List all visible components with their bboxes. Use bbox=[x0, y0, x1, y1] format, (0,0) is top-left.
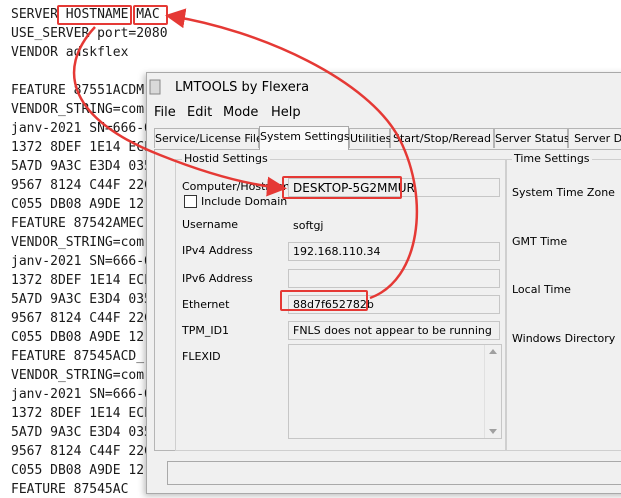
app-icon bbox=[149, 79, 161, 95]
tab-server-status[interactable]: Server Status bbox=[494, 128, 570, 148]
license-line: 9567 8124 C44F 22C bbox=[11, 444, 152, 459]
username-field[interactable]: softgj bbox=[288, 216, 500, 235]
ipv4-address-label: IPv4 Address bbox=[182, 244, 253, 257]
license-line: 1372 8DEF 1E14 ECF bbox=[11, 406, 152, 421]
tab-start-stop-reread[interactable]: Start/Stop/Reread bbox=[390, 128, 494, 148]
license-line: 5A7D 9A3C E3D4 035 bbox=[11, 159, 152, 174]
license-line: USE_SERVER port=2080 bbox=[11, 26, 168, 41]
lmtools-window: LMTOOLS by Flexera File Edit Mode Help S… bbox=[146, 72, 621, 494]
menu-bar: File Edit Mode Help bbox=[147, 103, 621, 125]
title-bar: LMTOOLS by Flexera bbox=[147, 73, 621, 103]
window-title: LMTOOLS by Flexera bbox=[175, 80, 310, 95]
license-line: 9567 8124 C44F 22C bbox=[11, 178, 152, 193]
tab-utilities[interactable]: Utilities bbox=[349, 128, 391, 148]
tab-server-diagnostics[interactable]: Server Dia bbox=[568, 128, 621, 148]
time-settings-title: Time Settings bbox=[512, 152, 592, 165]
flexid-list[interactable] bbox=[288, 344, 502, 439]
tab-strip: Service/License File System Settings Uti… bbox=[154, 126, 621, 150]
hostname-highlight bbox=[57, 5, 132, 25]
license-line: FEATURE 87545AC bbox=[11, 482, 129, 497]
mac-highlight bbox=[133, 5, 168, 25]
ipv6-address-field[interactable] bbox=[288, 269, 500, 288]
username-label: Username bbox=[182, 218, 239, 231]
flexid-label: FLEXID bbox=[182, 350, 221, 363]
ethernet-highlight bbox=[280, 290, 368, 311]
license-line: C055 DB08 A9DE 12 bbox=[11, 463, 145, 478]
license-line: VENDOR_STRING=com bbox=[11, 102, 145, 117]
include-domain-label: Include Domain bbox=[201, 195, 288, 208]
gmt-time-label: GMT Time bbox=[512, 235, 568, 248]
ethernet-label: Ethernet bbox=[182, 298, 230, 311]
ipv4-address-field[interactable]: 192.168.110.34 bbox=[288, 242, 500, 261]
menu-file[interactable]: File bbox=[154, 105, 176, 120]
scroll-up-icon[interactable] bbox=[489, 349, 497, 354]
menu-help[interactable]: Help bbox=[271, 105, 301, 120]
license-line: 5A7D 9A3C E3D4 035 bbox=[11, 425, 152, 440]
include-domain-checkbox[interactable] bbox=[184, 195, 197, 208]
time-settings-group bbox=[505, 159, 621, 451]
license-line: C055 DB08 A9DE 12 bbox=[11, 330, 145, 345]
hostid-settings-title: Hostid Settings bbox=[182, 152, 270, 165]
tab-system-settings[interactable]: System Settings bbox=[259, 126, 350, 150]
license-line: janv-2021 SN=666-6 bbox=[11, 254, 152, 269]
tpm-id1-label: TPM_ID1 bbox=[182, 324, 230, 337]
status-bar bbox=[167, 461, 621, 485]
ipv6-address-label: IPv6 Address bbox=[182, 272, 253, 285]
computer-hostname-highlight bbox=[282, 176, 402, 199]
license-line: VENDOR_STRING=com bbox=[11, 368, 145, 383]
license-line: FEATURE 87551ACDM bbox=[11, 83, 145, 98]
menu-mode[interactable]: Mode bbox=[223, 105, 258, 120]
license-line: 1372 8DEF 1E14 ECF bbox=[11, 140, 152, 155]
license-line: FEATURE 87545ACD_ bbox=[11, 349, 145, 364]
local-time-label: Local Time bbox=[512, 283, 571, 296]
computer-hostname-label: Computer/Hostname bbox=[182, 180, 297, 193]
menu-edit[interactable]: Edit bbox=[187, 105, 212, 120]
license-line: janv-2021 SN=666-6 bbox=[11, 387, 152, 402]
tpm-id1-field[interactable]: FNLS does not appear to be running bbox=[288, 321, 500, 340]
license-line: 5A7D 9A3C E3D4 035 bbox=[11, 292, 152, 307]
license-line: 9567 8124 C44F 22C bbox=[11, 311, 152, 326]
license-line: VENDOR adskflex bbox=[11, 45, 129, 60]
license-line: janv-2021 SN=666-6 bbox=[11, 121, 152, 136]
license-line: 1372 8DEF 1E14 ECF bbox=[11, 273, 152, 288]
windows-directory-label: Windows Directory bbox=[512, 332, 616, 345]
license-line: C055 DB08 A9DE 12 bbox=[11, 197, 145, 212]
license-line: VENDOR_STRING=com bbox=[11, 235, 145, 250]
tab-service-license-file[interactable]: Service/License File bbox=[154, 128, 263, 148]
flexid-scrollbar[interactable] bbox=[484, 345, 501, 438]
system-time-zone-label: System Time Zone bbox=[512, 186, 615, 199]
license-line: FEATURE 87542AMEC bbox=[11, 216, 145, 231]
scroll-down-icon[interactable] bbox=[489, 429, 497, 434]
